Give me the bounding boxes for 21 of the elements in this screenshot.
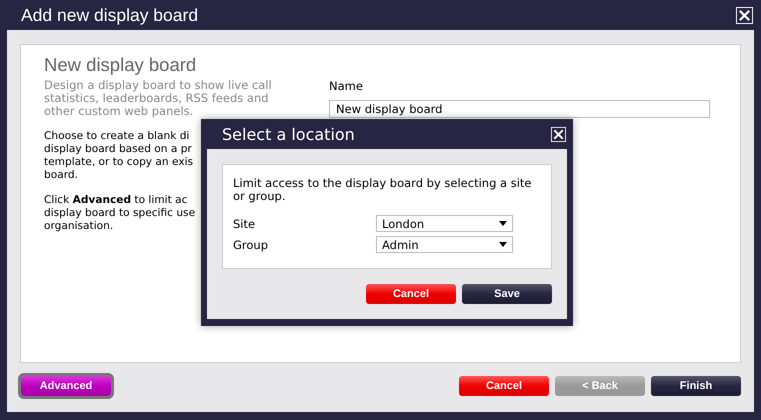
dialog-text: Limit access to the display board by selecting a site or group. — [233, 177, 532, 203]
name-field[interactable]: New display board — [329, 100, 710, 118]
caret-icon — [499, 242, 507, 247]
help-text: Choose to create a blank di display board based on a pr template, or to copy an exis board. — [44, 130, 194, 182]
intro-text: Design a display board to show live call statistics, leaderboards, RSS feeds and other custom web panels. — [44, 79, 273, 118]
window-title: Add new display board — [21, 4, 198, 26]
advanced-button[interactable]: Advanced — [21, 376, 111, 396]
dropdown[interactable]: Admin — [376, 236, 513, 253]
caret-icon — [499, 221, 507, 226]
close-icon[interactable] — [551, 126, 566, 142]
cancel-button[interactable]: Cancel — [366, 284, 456, 304]
dropdown[interactable]: London — [376, 215, 513, 232]
cancel-button[interactable]: Cancel — [459, 376, 549, 396]
save-button[interactable]: Save — [462, 284, 552, 304]
field-label: Site — [233, 216, 256, 230]
close-icon[interactable] — [736, 6, 753, 24]
finish-button[interactable]: Finish — [651, 376, 741, 396]
field-label: Group — [233, 238, 270, 252]
name-label: Name — [329, 79, 364, 93]
help-text: Click Advanced to limit ac display board to specific use organisation. — [44, 194, 196, 233]
dialog-title: Select a location — [222, 124, 355, 144]
